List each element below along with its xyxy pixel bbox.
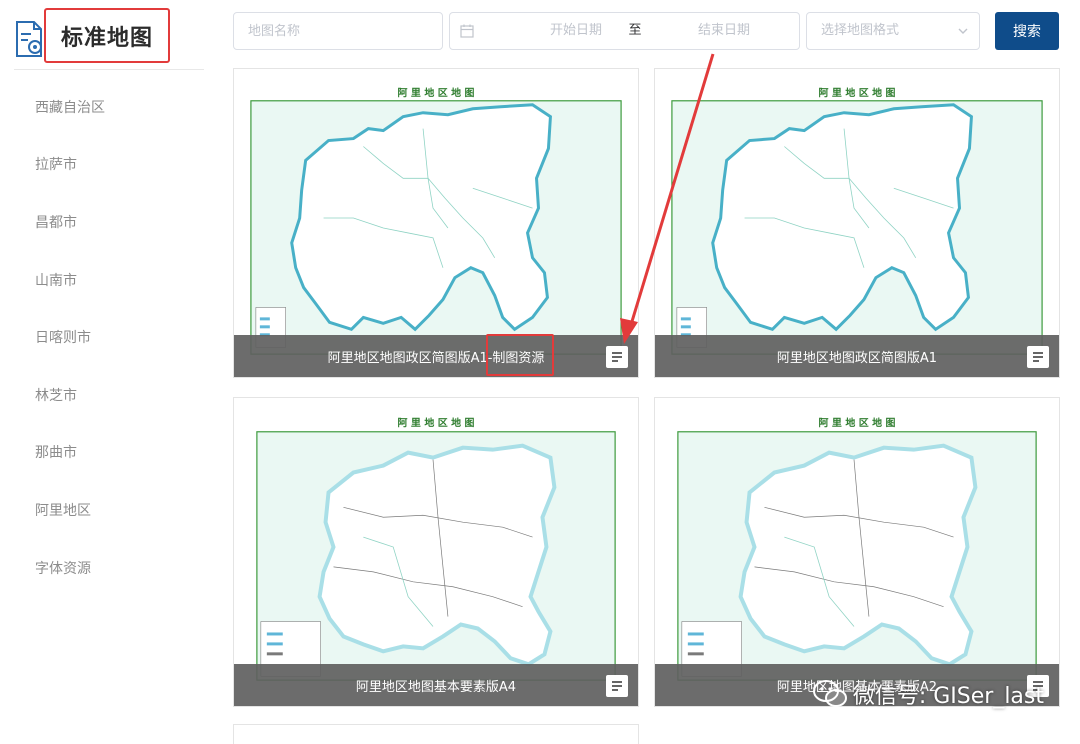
sidebar-item-changdu[interactable]: 昌都市 bbox=[0, 193, 210, 251]
document-icon[interactable] bbox=[606, 346, 628, 368]
sidebar-nav: 西藏自治区 拉萨市 昌都市 山南市 日喀则市 林芝市 那曲市 阿里地区 字体资源 bbox=[0, 78, 210, 596]
map-thumbnail: 阿 里 地 区 地 图 bbox=[234, 398, 638, 706]
document-icon[interactable] bbox=[606, 675, 628, 697]
map-caption: 阿里地区地图政区简图版A1 bbox=[655, 335, 1059, 377]
search-bar: 开始日期 至 结束日期 选择地图格式 搜索 bbox=[233, 12, 1063, 50]
map-thumbnail: 阿 里 地 区 地 图 bbox=[655, 69, 1059, 377]
sidebar: 标准地图 西藏自治区 拉萨市 昌都市 山南市 日喀则市 林芝市 那曲市 阿里地区… bbox=[0, 0, 210, 744]
map-title: 阿 里 地 区 地 图 bbox=[398, 86, 475, 99]
map-caption-text: 阿里地区地图政区简图版A1 bbox=[776, 350, 938, 366]
sidebar-item-ali[interactable]: 阿里地区 bbox=[0, 481, 210, 539]
sidebar-item-xizang[interactable]: 西藏自治区 bbox=[0, 78, 210, 136]
watermark-text: 微信号: GISer_last bbox=[852, 684, 1044, 709]
map-format-select[interactable]: 选择地图格式 bbox=[806, 12, 980, 50]
map-card[interactable]: 阿 里 地 区 地 图 阿里地区地图基本要素版A2 bbox=[654, 397, 1060, 707]
map-doc-icon bbox=[16, 21, 42, 57]
date-separator: 至 bbox=[628, 23, 642, 38]
map-title: 阿 里 地 区 地 图 bbox=[819, 86, 896, 99]
map-card[interactable]: 阿 里 地 区 地 图 阿里地区地图政区简图版A1 bbox=[654, 68, 1060, 378]
map-card[interactable]: 阿 里 地 区 地 图 阿里地区地图基本要素版A4 bbox=[233, 397, 639, 707]
map-caption: 阿里地区地图政区简图版A1-制图资源 bbox=[234, 335, 638, 377]
map-caption: 阿里地区地图基本要素版A4 bbox=[234, 664, 638, 706]
watermark: 微信号: GISer_last bbox=[812, 678, 1044, 710]
sidebar-item-linzhi[interactable]: 林芝市 bbox=[0, 366, 210, 424]
map-card[interactable]: 阿 里 地 区 地 图 阿里地区地图政区简图版A1-制图资源 bbox=[233, 68, 639, 378]
wechat-icon bbox=[812, 680, 847, 707]
document-icon[interactable] bbox=[1027, 346, 1049, 368]
map-thumbnail: 阿 里 地 区 地 图 bbox=[655, 398, 1059, 706]
sidebar-item-naqu[interactable]: 那曲市 bbox=[0, 424, 210, 482]
sidebar-item-lasa[interactable]: 拉萨市 bbox=[0, 136, 210, 194]
sidebar-item-shannan[interactable]: 山南市 bbox=[0, 251, 210, 309]
end-date-field[interactable]: 结束日期 bbox=[664, 13, 784, 49]
map-card[interactable] bbox=[233, 724, 639, 744]
calendar-icon bbox=[460, 24, 474, 38]
sidebar-item-fonts[interactable]: 字体资源 bbox=[0, 539, 210, 597]
date-range-picker[interactable]: 开始日期 至 结束日期 bbox=[449, 12, 800, 50]
map-format-placeholder: 选择地图格式 bbox=[821, 23, 900, 38]
map-thumbnail: 阿 里 地 区 地 图 bbox=[234, 69, 638, 377]
map-caption-text: 阿里地区地图基本要素版A4 bbox=[355, 679, 517, 695]
search-button[interactable]: 搜索 bbox=[995, 12, 1059, 50]
map-caption-text: 阿里地区地图政区简图版A1-制图资源 bbox=[327, 350, 545, 366]
brand: 标准地图 bbox=[14, 8, 204, 66]
page-title: 标准地图 bbox=[44, 8, 170, 63]
map-title: 阿 里 地 区 地 图 bbox=[398, 416, 475, 429]
map-name-input[interactable] bbox=[233, 12, 443, 50]
chevron-down-icon bbox=[958, 28, 968, 34]
sidebar-divider bbox=[14, 69, 204, 70]
sidebar-item-rikaze[interactable]: 日喀则市 bbox=[0, 308, 210, 366]
start-date-field[interactable]: 开始日期 bbox=[516, 13, 636, 49]
map-title: 阿 里 地 区 地 图 bbox=[819, 416, 896, 429]
